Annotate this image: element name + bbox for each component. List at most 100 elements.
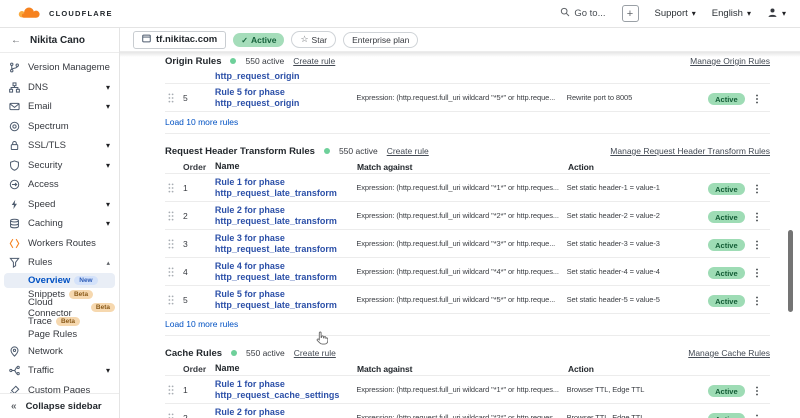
plan-label: Enterprise plan	[352, 35, 409, 45]
funnel-icon	[9, 257, 20, 268]
manage-cache-rules-link[interactable]: Manage Cache Rules	[688, 348, 770, 358]
create-rule-link[interactable]: Create rule	[387, 146, 429, 156]
rule-name-link[interactable]: Rule 5 for phase http_request_origin	[215, 87, 357, 109]
drag-handle[interactable]	[165, 295, 183, 305]
domain-name: tf.nikitac.com	[156, 34, 217, 45]
chevron-down-icon	[747, 8, 751, 19]
support-menu[interactable]: Support	[655, 8, 696, 19]
collapse-chevrons-icon	[11, 401, 17, 412]
chevron-down-icon	[782, 8, 786, 19]
sidebar-item-email[interactable]: Email	[0, 97, 119, 117]
load-more-rules-link[interactable]: Load 10 more rules	[165, 111, 770, 134]
table-row: 5 Rule 5 for phasehttp_request_late_tran…	[165, 285, 770, 313]
rule-match-expression: Expression: (http.request.full_uri wildc…	[356, 385, 566, 394]
sidebar-item-overview[interactable]: Overview New	[4, 273, 115, 288]
sidebar-item-security[interactable]: Security	[0, 156, 119, 176]
back-arrow-icon[interactable]	[11, 35, 21, 46]
account-header[interactable]: Nikita Cano	[0, 28, 119, 53]
rule-name-link[interactable]: Rule 5 for phasehttp_request_late_transf…	[215, 289, 357, 311]
sidebar-item-dns[interactable]: DNS	[0, 78, 119, 98]
kebab-menu-icon[interactable]	[752, 381, 762, 398]
sidebar-item-label: DNS	[28, 82, 98, 93]
cloudflare-logo[interactable]: CLOUDFLARE	[14, 5, 113, 23]
plan-badge: Enterprise plan	[343, 32, 418, 48]
clipped-rule-name[interactable]: http_request_origin	[165, 70, 770, 83]
rule-name-link[interactable]: Rule 2 for phasehttp_request_cache_setti…	[215, 407, 357, 418]
new-badge: New	[74, 276, 97, 285]
manage-origin-rules-link[interactable]: Manage Origin Rules	[690, 56, 770, 66]
drag-handle[interactable]	[165, 267, 183, 277]
main-area: tf.nikitac.com Active Star Enterprise pl…	[120, 28, 800, 418]
drag-handle[interactable]	[165, 93, 183, 103]
collapse-sidebar-button[interactable]: Collapse sidebar	[0, 393, 119, 418]
sidebar-item-access[interactable]: Access	[0, 175, 119, 195]
sidebar-item-workers-routes[interactable]: Workers Routes	[0, 234, 119, 254]
rule-name-link[interactable]: Rule 4 for phasehttp_request_late_transf…	[215, 261, 357, 283]
language-menu[interactable]: English	[712, 8, 751, 19]
rule-name-link[interactable]: Rule 2 for phasehttp_request_late_transf…	[215, 205, 357, 227]
sidebar-item-label: Traffic	[28, 365, 98, 376]
chevron-down-icon	[692, 8, 696, 19]
drag-handle[interactable]	[165, 385, 183, 395]
domain-bar: tf.nikitac.com Active Star Enterprise pl…	[120, 28, 800, 52]
check-icon	[241, 35, 248, 45]
active-dot-icon	[324, 148, 330, 154]
sidebar-item-cloud-connector[interactable]: Cloud Connector Beta	[4, 301, 115, 315]
sidebar-item-traffic[interactable]: Traffic	[0, 361, 119, 381]
cloudflare-cloud-icon	[14, 5, 44, 23]
rules-overview-content: Origin Rules 550 active Create rule Mana…	[120, 52, 800, 418]
kebab-menu-icon[interactable]	[752, 179, 762, 196]
column-name: Name	[215, 363, 357, 374]
beta-badge: Beta	[56, 317, 80, 326]
drag-handle[interactable]	[165, 239, 183, 249]
rule-order: 4	[183, 267, 215, 277]
sidebar-item-ssl-tls[interactable]: SSL/TLS	[0, 136, 119, 156]
create-rule-link[interactable]: Create rule	[293, 56, 335, 66]
kebab-menu-icon[interactable]	[752, 291, 762, 308]
kebab-menu-icon[interactable]	[752, 235, 762, 252]
manage-request-header-transform-rules-link[interactable]: Manage Request Header Transform Rules	[610, 146, 770, 156]
sidebar-item-rules[interactable]: Rules	[0, 253, 119, 273]
drag-handle[interactable]	[165, 413, 183, 418]
sidebar-item-caching[interactable]: Caching	[0, 214, 119, 234]
kebab-menu-icon[interactable]	[752, 207, 762, 224]
language-label: English	[712, 8, 743, 19]
rule-name-link[interactable]: Rule 3 for phasehttp_request_late_transf…	[215, 233, 357, 255]
git-branch-icon	[9, 62, 20, 73]
access-icon	[9, 179, 20, 190]
vertical-scrollbar-thumb[interactable]	[788, 230, 793, 312]
account-menu[interactable]	[767, 7, 786, 21]
star-button[interactable]: Star	[291, 31, 336, 48]
rule-action: Browser TTL, Edge TTL	[567, 385, 709, 394]
table-column-headers: Order Name Match against Action	[165, 160, 770, 173]
dns-tree-icon	[9, 82, 20, 93]
global-search[interactable]: Go to...	[560, 7, 605, 20]
domain-selector[interactable]: tf.nikitac.com	[133, 31, 226, 49]
add-site-button[interactable]: +	[622, 5, 639, 22]
kebab-menu-icon[interactable]	[752, 89, 762, 106]
rule-name-link[interactable]: Rule 1 for phasehttp_request_cache_setti…	[215, 379, 357, 401]
rule-action: Set static header-5 = value-5	[567, 295, 709, 304]
drag-handle[interactable]	[165, 183, 183, 193]
sidebar-item-network[interactable]: Network	[0, 342, 119, 362]
sidebar-item-label: Version Management	[28, 62, 110, 73]
rule-order: 1	[183, 385, 215, 395]
sidebar-item-page-rules[interactable]: Page Rules	[4, 328, 115, 342]
drag-handle[interactable]	[165, 211, 183, 221]
shield-icon	[9, 160, 20, 171]
load-more-rules-link[interactable]: Load 10 more rules	[165, 313, 770, 336]
create-rule-link[interactable]: Create rule	[294, 348, 336, 358]
chevron-down-icon	[106, 160, 110, 171]
table-row: 3 Rule 3 for phasehttp_request_late_tran…	[165, 229, 770, 257]
kebab-menu-icon[interactable]	[752, 409, 762, 418]
chevron-down-icon	[106, 82, 110, 93]
rule-order: 2	[183, 413, 215, 418]
sidebar-item-speed[interactable]: Speed	[0, 195, 119, 215]
sidebar-item-trace[interactable]: Trace Beta	[4, 315, 115, 329]
domain-status-badge: Active	[233, 33, 284, 47]
rule-name-link[interactable]: Rule 1 for phasehttp_request_late_transf…	[215, 177, 357, 199]
kebab-menu-icon[interactable]	[752, 263, 762, 280]
sidebar-item-version-management[interactable]: Version Management	[0, 58, 119, 78]
support-label: Support	[655, 8, 688, 19]
sidebar-item-spectrum[interactable]: Spectrum	[0, 117, 119, 137]
